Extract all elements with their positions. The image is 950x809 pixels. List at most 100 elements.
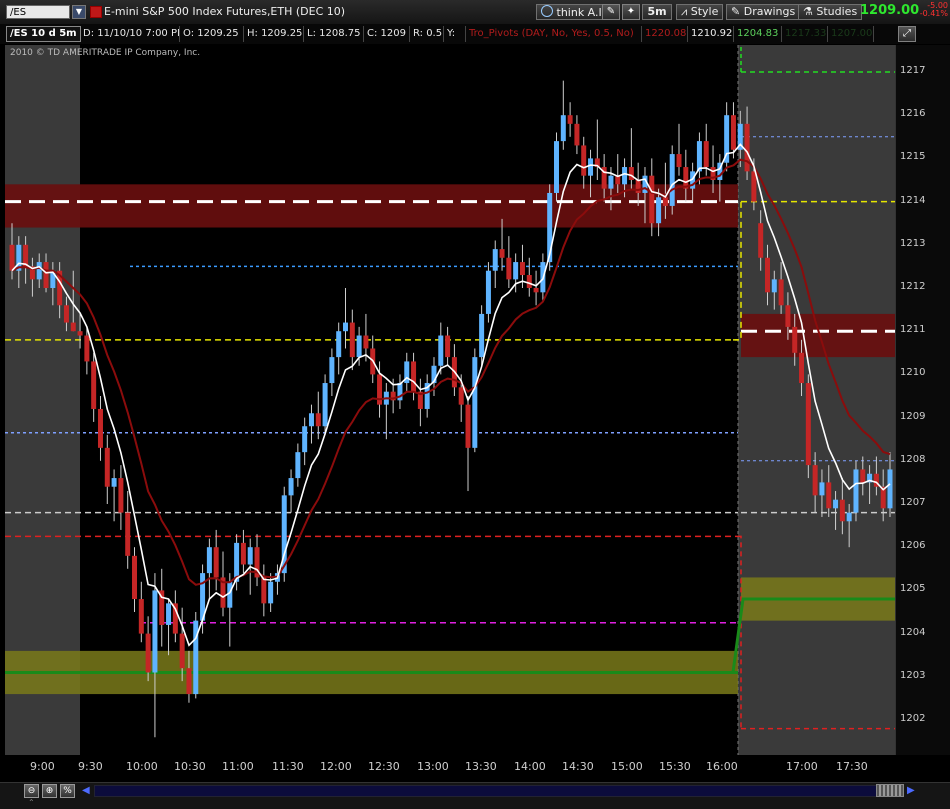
price-tick: 1209	[900, 410, 926, 422]
candle-body	[581, 145, 587, 176]
candle-body	[302, 426, 308, 453]
scroll-right-arrow[interactable]: ▶	[907, 785, 915, 796]
price-tick: 1212	[900, 281, 926, 292]
candle-body	[363, 335, 369, 349]
candle-body	[826, 482, 832, 509]
candle-body	[526, 275, 532, 288]
candle-body	[104, 447, 110, 487]
price-tick: 1205	[900, 583, 926, 595]
candle-body	[764, 257, 770, 293]
copyright-notice: 2010 © TD AMERITRADE IP Company, Inc.	[10, 48, 201, 58]
time-tick: 12:30	[368, 760, 400, 773]
candle-body	[799, 352, 805, 384]
candle-body	[833, 499, 839, 509]
time-scrollbar[interactable]	[94, 785, 900, 797]
candle-body	[560, 115, 566, 142]
candle-body	[138, 599, 144, 634]
time-tick: 11:30	[272, 760, 304, 773]
candle-body	[656, 197, 662, 224]
candle-body	[295, 452, 301, 479]
candle-body	[628, 167, 634, 180]
candle-body	[63, 305, 69, 323]
premarket-shade	[5, 45, 80, 755]
time-tick: 14:30	[562, 760, 594, 773]
price-tick: 1203	[900, 669, 926, 681]
price-tick: 1206	[900, 540, 926, 552]
scroll-grip[interactable]	[876, 784, 904, 797]
candle-body	[166, 603, 172, 625]
candle-body	[458, 387, 464, 405]
candle-body	[676, 154, 682, 168]
price-tick: 1213	[900, 237, 926, 249]
candle-body	[669, 154, 675, 206]
candle-body	[805, 383, 811, 466]
zoom-in-icon[interactable]: ⊕	[42, 784, 57, 798]
scroll-left-arrow[interactable]: ◀	[82, 785, 90, 796]
collapse-icon[interactable]: ⌃	[28, 798, 35, 807]
candle-body	[349, 322, 355, 358]
candle-body	[23, 244, 29, 267]
candle-body	[472, 357, 478, 448]
candle-body	[696, 141, 702, 172]
candle-body	[308, 413, 314, 427]
candle-body	[145, 633, 151, 673]
price-tick: 1216	[900, 108, 926, 120]
candle-body	[206, 547, 212, 574]
time-tick: 13:30	[465, 760, 497, 773]
candle-body	[247, 547, 253, 565]
candle-body	[506, 257, 512, 280]
candle-body	[519, 262, 525, 276]
candle-body	[622, 167, 628, 185]
candle-body	[860, 469, 866, 483]
percent-scale-icon[interactable]: %	[60, 784, 75, 798]
candle-body	[315, 413, 321, 427]
zoom-out-icon[interactable]: ⊖	[24, 784, 39, 798]
candle-body	[438, 335, 444, 366]
candle-body	[465, 404, 471, 448]
price-tick: 1214	[900, 194, 926, 206]
candle-body	[213, 547, 219, 578]
candle-body	[77, 331, 83, 336]
candle-body	[778, 279, 784, 306]
candle-body	[812, 465, 818, 496]
candle-body	[499, 249, 505, 258]
candle-body	[36, 262, 42, 280]
candle-body	[445, 335, 451, 358]
candle-body	[513, 262, 519, 280]
candle-body	[329, 357, 335, 384]
time-tick: 13:00	[417, 760, 449, 773]
time-tick: 12:00	[320, 760, 352, 773]
price-tick: 1204	[900, 626, 926, 638]
candle-body	[152, 590, 158, 673]
candle-body	[343, 322, 349, 332]
candle-body	[485, 270, 491, 314]
time-tick: 10:00	[126, 760, 158, 773]
candle-body	[771, 279, 777, 293]
price-tick: 1208	[900, 453, 926, 465]
candle-body	[356, 335, 362, 358]
candle-body	[492, 249, 498, 271]
candle-body	[785, 305, 791, 327]
time-tick: 17:00	[786, 760, 818, 773]
candle-body	[125, 512, 131, 556]
candle-body	[240, 542, 246, 565]
candle-body	[744, 123, 750, 172]
price-tick: 1207	[900, 497, 926, 508]
candle-body	[288, 478, 294, 496]
candle-body	[846, 512, 852, 522]
candle-body	[553, 141, 559, 193]
candle-body	[118, 478, 124, 513]
candle-body	[574, 123, 580, 146]
candle-body	[649, 175, 655, 224]
candle-body	[662, 197, 668, 206]
candle-body	[567, 115, 573, 124]
candle-body	[111, 478, 117, 487]
price-tick: 1211	[900, 324, 926, 336]
time-tick: 16:00	[706, 760, 738, 773]
candle-body	[132, 555, 138, 600]
candle-body	[792, 326, 798, 353]
candle-body	[608, 175, 614, 189]
candle-body	[97, 408, 103, 448]
candle-body	[635, 180, 641, 193]
candle-body	[839, 499, 845, 522]
